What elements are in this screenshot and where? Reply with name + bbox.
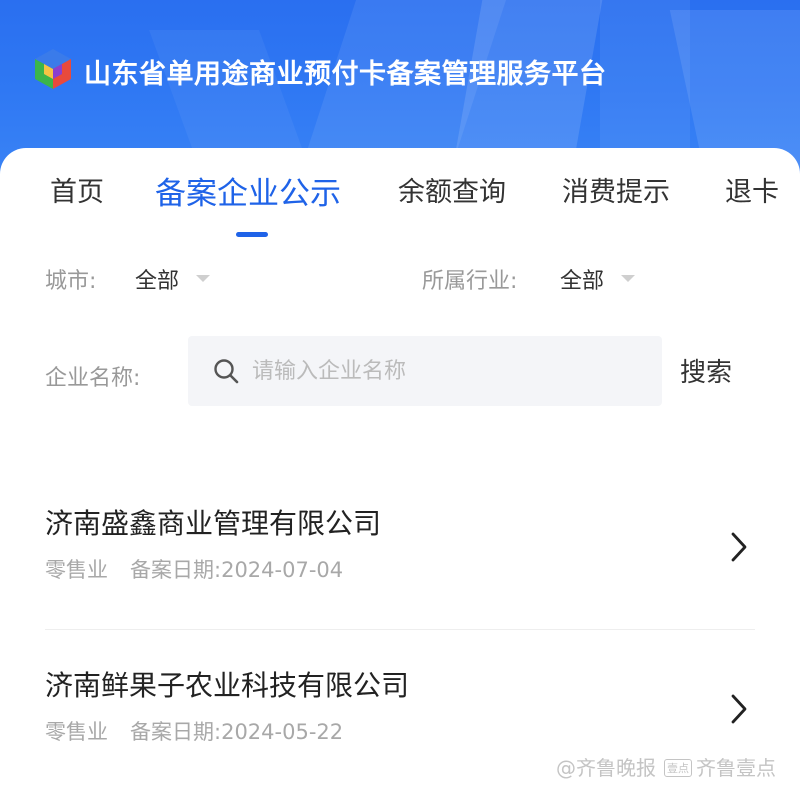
industry-filter-select[interactable]: 全部	[560, 263, 604, 295]
caret-down-icon[interactable]	[196, 275, 210, 282]
filing-date-label: 备案日期:	[130, 720, 222, 744]
search-button[interactable]: 搜索	[680, 352, 732, 389]
tab-registered-companies[interactable]: 备案企业公示	[155, 168, 341, 213]
watermark-box: 壹点	[664, 759, 692, 777]
main-card: 首页 备案企业公示 余额查询 消费提示 退卡 城市: 全部 所属行业: 全部 企…	[0, 148, 800, 791]
company-meta: 零售业 备案日期:2024-07-04	[45, 554, 343, 584]
list-item[interactable]: 济南盛鑫商业管理有限公司 零售业 备案日期:2024-07-04	[0, 502, 800, 632]
tab-refund[interactable]: 退卡	[725, 170, 779, 209]
search-input[interactable]	[252, 336, 652, 406]
divider	[45, 629, 755, 630]
city-filter-select[interactable]: 全部	[135, 263, 179, 295]
app-title: 山东省单用途商业预付卡备案管理服务平台	[84, 59, 607, 90]
company-industry: 零售业	[45, 720, 108, 744]
tab-bar: 首页 备案企业公示 余额查询 消费提示 退卡	[0, 170, 800, 240]
company-name: 济南盛鑫商业管理有限公司	[45, 507, 382, 540]
active-tab-indicator	[236, 232, 268, 237]
chevron-right-icon[interactable]	[728, 530, 750, 564]
chevron-right-icon[interactable]	[728, 692, 750, 726]
caret-down-icon[interactable]	[621, 275, 635, 282]
filing-date-label: 备案日期:	[130, 558, 222, 582]
industry-filter-label: 所属行业:	[422, 269, 518, 294]
company-name-label: 企业名称:	[45, 366, 141, 391]
tab-consumption-tips[interactable]: 消费提示	[562, 170, 670, 209]
tab-home[interactable]: 首页	[50, 170, 104, 209]
tab-balance-inquiry[interactable]: 余额查询	[398, 170, 506, 209]
watermark: @齐鲁晚报 壹点 齐鲁壹点	[556, 752, 776, 781]
watermark-left: @齐鲁晚报	[556, 756, 656, 780]
company-name: 济南鲜果子农业科技有限公司	[45, 669, 410, 702]
search-icon	[214, 359, 239, 384]
filing-date: 2024-05-22	[221, 720, 344, 744]
watermark-right: 齐鲁壹点	[696, 756, 776, 780]
cube-logo-icon	[35, 49, 71, 89]
city-filter-label: 城市:	[45, 269, 97, 294]
company-industry: 零售业	[45, 558, 108, 582]
company-meta: 零售业 备案日期:2024-05-22	[45, 716, 343, 746]
filing-date: 2024-07-04	[221, 558, 344, 582]
search-box[interactable]	[188, 336, 662, 406]
